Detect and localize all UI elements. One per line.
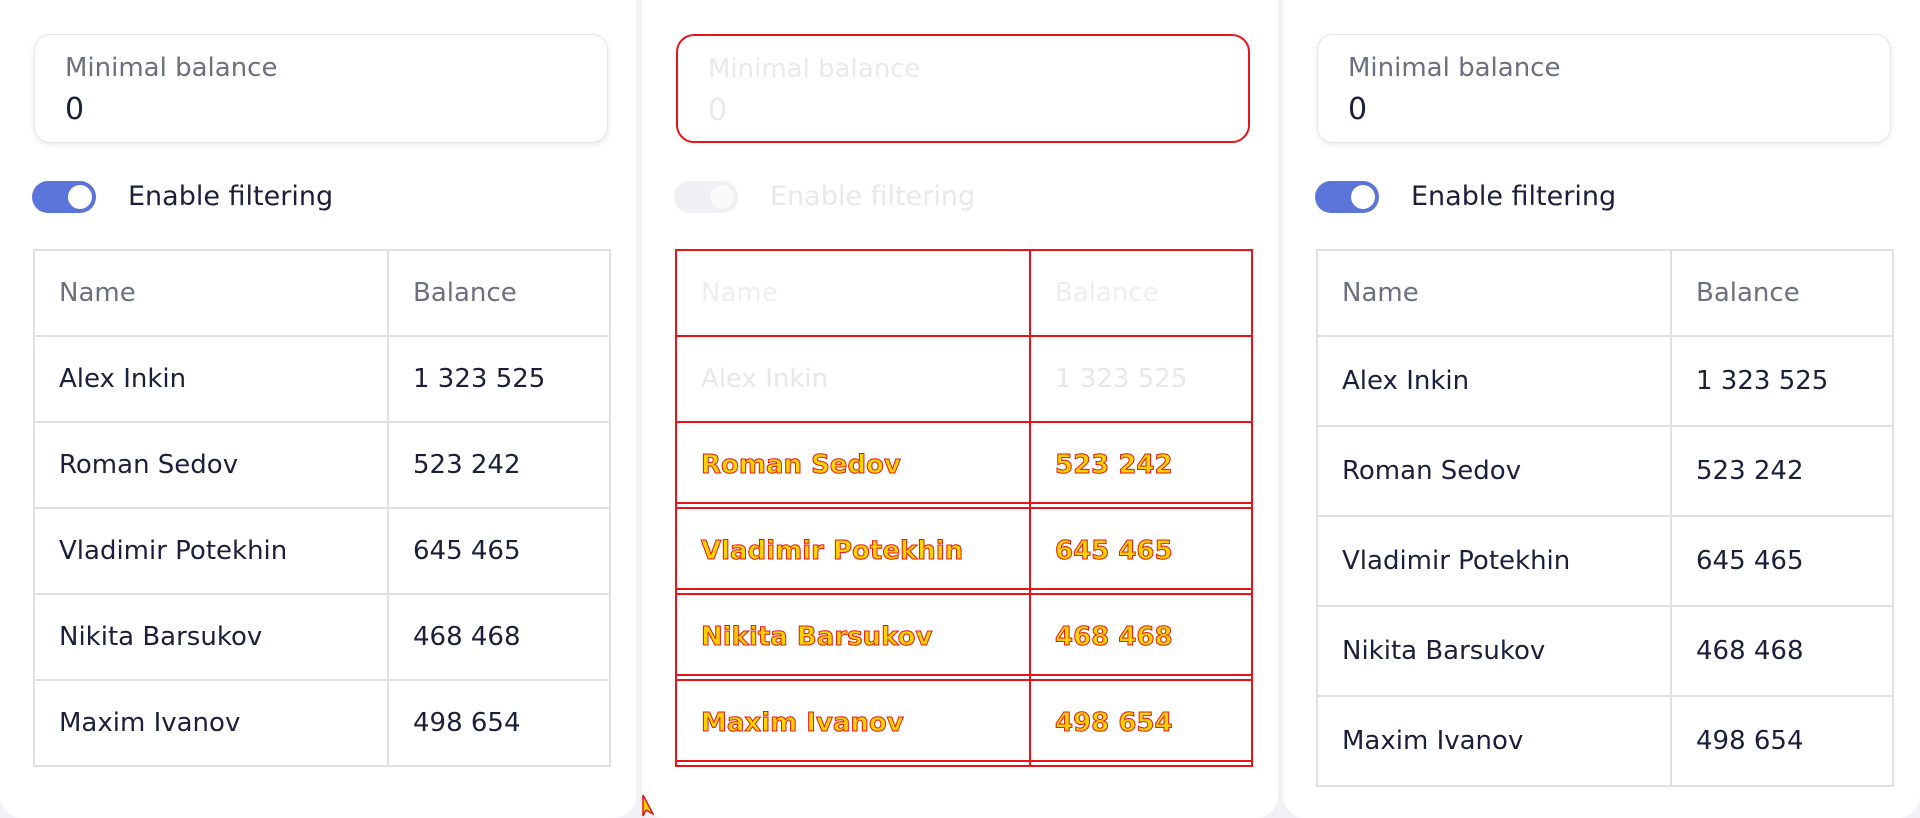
minimal-balance-input[interactable] (65, 92, 565, 127)
panel-middle-diff: Minimal balance Enable filtering Name Ba… (642, 0, 1278, 818)
table-header-row: Name Balance (33, 249, 611, 337)
cell-balance: 645 465 (1670, 515, 1894, 607)
cell-name: Maxim Ivanov (1316, 695, 1672, 787)
minimal-balance-input[interactable] (1348, 92, 1848, 127)
minimal-balance-field[interactable]: Minimal balance (676, 34, 1250, 143)
table-row: Vladimir Potekhin 645 465 (33, 507, 611, 595)
table-row: Nikita Barsukov 468 468 (1316, 605, 1894, 697)
cell-balance: 498 654 (1670, 695, 1894, 787)
table-row: Vladimir Potekhin 645 465 (675, 507, 1253, 595)
cell-balance: 523 242 (1029, 421, 1253, 509)
table-row: Maxim Ivanov 498 654 (1316, 695, 1894, 787)
cell-balance: 523 242 (1670, 425, 1894, 517)
cell-balance: 645 465 (1029, 507, 1253, 595)
table-row: Roman Sedov 523 242 (1316, 425, 1894, 517)
minimal-balance-field[interactable]: Minimal balance (34, 34, 608, 143)
table-row: Nikita Barsukov 468 468 (675, 593, 1253, 681)
cell-name: Maxim Ivanov (33, 679, 389, 767)
cell-name: Alex Inkin (33, 335, 389, 423)
enable-filtering-toggle[interactable] (674, 181, 738, 213)
cell-name: Vladimir Potekhin (33, 507, 389, 595)
table-header-row: Name Balance (1316, 249, 1894, 337)
table-row: Roman Sedov 523 242 (675, 421, 1253, 509)
cell-balance: 1 323 525 (1670, 335, 1894, 427)
cell-name: Roman Sedov (675, 421, 1031, 509)
cursor-artifact-icon (642, 794, 654, 817)
enable-filtering-toggle[interactable] (1315, 181, 1379, 213)
cell-name: Maxim Ivanov (675, 679, 1031, 767)
cell-name: Alex Inkin (675, 335, 1031, 423)
balance-table: Name Balance Alex Inkin 1 323 525 Roman … (1316, 249, 1894, 787)
cell-balance: 468 468 (1029, 593, 1253, 681)
cell-name: Roman Sedov (33, 421, 389, 509)
cell-name: Nikita Barsukov (675, 593, 1031, 681)
table-header-row: Name Balance (675, 249, 1253, 337)
panel-right: Minimal balance Enable filtering Name Ba… (1283, 0, 1920, 818)
table-row: Vladimir Potekhin 645 465 (1316, 515, 1894, 607)
column-header-name[interactable]: Name (675, 249, 1031, 337)
column-header-name[interactable]: Name (1316, 249, 1672, 337)
balance-table: Name Balance Alex Inkin 1 323 525 Roman … (33, 249, 611, 767)
enable-filtering-toggle[interactable] (32, 181, 96, 213)
minimal-balance-label: Minimal balance (65, 53, 278, 83)
table-row: Nikita Barsukov 468 468 (33, 593, 611, 681)
toggle-knob (68, 185, 92, 209)
minimal-balance-label: Minimal balance (1348, 53, 1561, 83)
enable-filtering-label: Enable filtering (1411, 181, 1617, 212)
cell-balance: 645 465 (387, 507, 611, 595)
cell-balance: 498 654 (387, 679, 611, 767)
column-header-balance[interactable]: Balance (1029, 249, 1253, 337)
minimal-balance-input[interactable] (708, 93, 1208, 128)
cell-name: Vladimir Potekhin (675, 507, 1031, 595)
table-row: Alex Inkin 1 323 525 (33, 335, 611, 423)
column-header-balance[interactable]: Balance (1670, 249, 1894, 337)
cell-balance: 1 323 525 (1029, 335, 1253, 423)
enable-filtering-label: Enable filtering (128, 181, 334, 212)
cell-balance: 468 468 (387, 593, 611, 681)
cell-balance: 498 654 (1029, 679, 1253, 767)
panel-left: Minimal balance Enable filtering Name Ba… (0, 0, 636, 818)
table-row: Roman Sedov 523 242 (33, 421, 611, 509)
table-row: Alex Inkin 1 323 525 (1316, 335, 1894, 427)
cell-balance: 523 242 (387, 421, 611, 509)
cell-name: Alex Inkin (1316, 335, 1672, 427)
cell-name: Nikita Barsukov (33, 593, 389, 681)
balance-table: Name Balance Alex Inkin 1 323 525 Roman … (675, 249, 1253, 767)
toggle-knob (710, 185, 734, 209)
cell-balance: 468 468 (1670, 605, 1894, 697)
column-header-name[interactable]: Name (33, 249, 389, 337)
cell-name: Roman Sedov (1316, 425, 1672, 517)
table-row: Alex Inkin 1 323 525 (675, 335, 1253, 423)
table-row: Maxim Ivanov 498 654 (33, 679, 611, 767)
enable-filtering-label: Enable filtering (770, 181, 976, 212)
cell-balance: 1 323 525 (387, 335, 611, 423)
minimal-balance-label: Minimal balance (708, 54, 921, 84)
column-header-balance[interactable]: Balance (387, 249, 611, 337)
cell-name: Nikita Barsukov (1316, 605, 1672, 697)
minimal-balance-field[interactable]: Minimal balance (1317, 34, 1891, 143)
cell-name: Vladimir Potekhin (1316, 515, 1672, 607)
table-row: Maxim Ivanov 498 654 (675, 679, 1253, 767)
toggle-knob (1351, 185, 1375, 209)
